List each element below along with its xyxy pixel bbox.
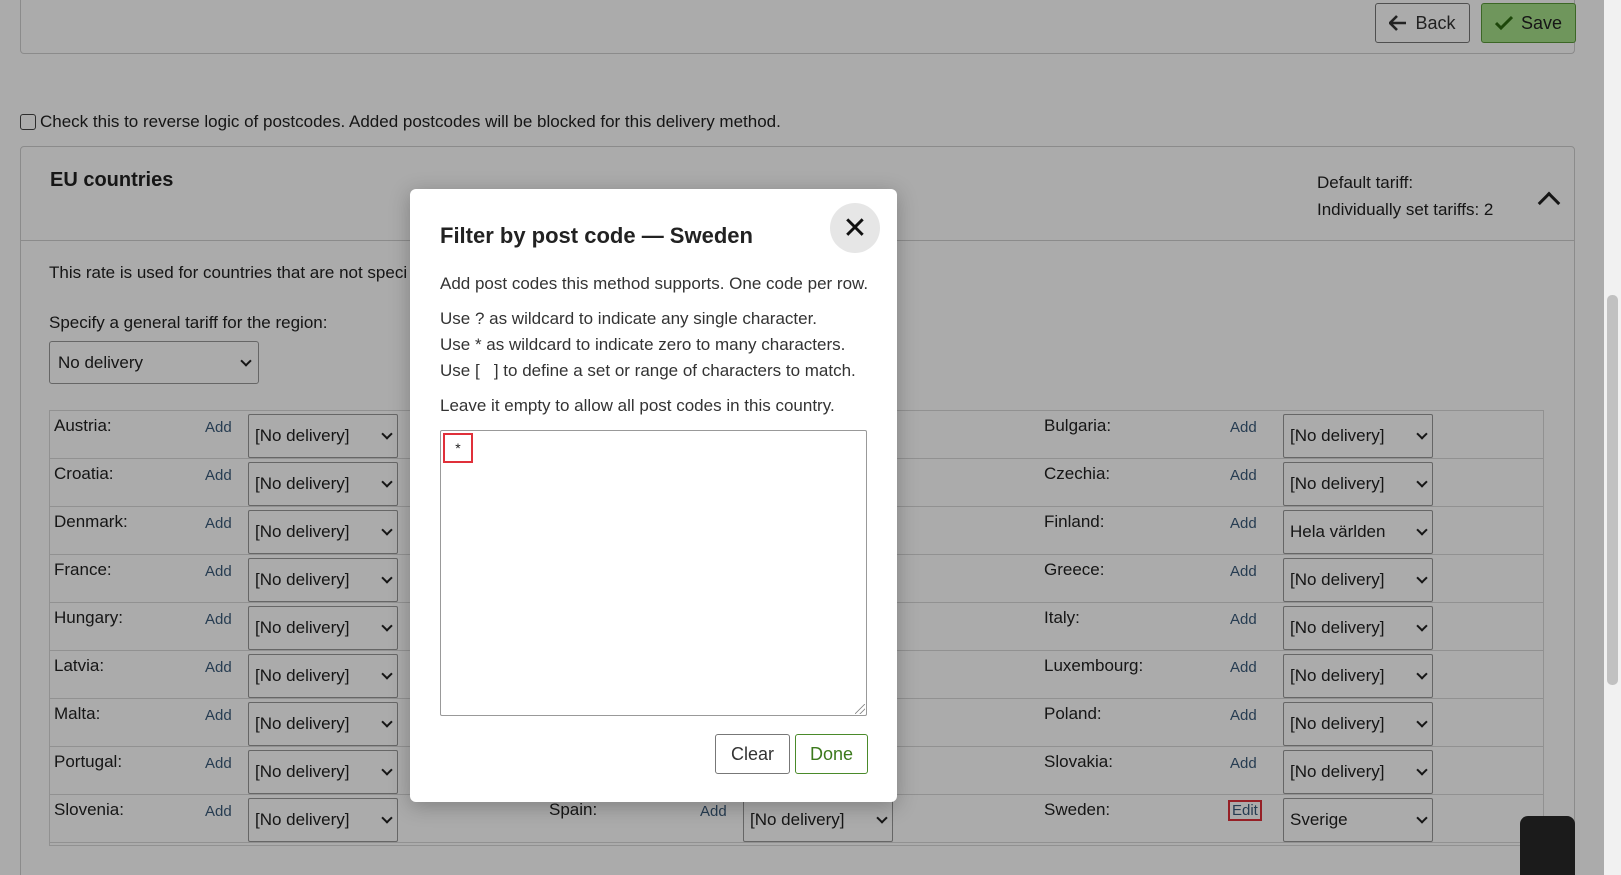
wildcard-set-hint: Use [ ] to define a set or range of char… xyxy=(440,361,856,380)
postcodes-textarea[interactable]: * xyxy=(440,430,867,716)
clear-button[interactable]: Clear xyxy=(715,734,790,774)
postcode-entry: * xyxy=(443,433,473,463)
wildcard-many-hint: Use * as wildcard to indicate zero to ma… xyxy=(440,335,846,354)
done-button[interactable]: Done xyxy=(795,734,868,774)
dialog-title: Filter by post code — Sweden xyxy=(440,223,753,248)
wildcard-single-hint: Use ? as wildcard to indicate any single… xyxy=(440,309,818,328)
empty-hint: Leave it empty to allow all post codes i… xyxy=(440,396,835,415)
dialog-intro: Add post codes this method supports. One… xyxy=(440,274,869,293)
resize-handle-icon[interactable] xyxy=(855,704,865,714)
chat-widget-button[interactable] xyxy=(1520,816,1575,875)
scrollbar-thumb[interactable] xyxy=(1607,295,1618,685)
close-icon: ✕ xyxy=(842,211,868,245)
postcode-filter-dialog: Filter by post code — Sweden ✕ Add post … xyxy=(410,189,897,802)
close-button[interactable]: ✕ xyxy=(830,203,880,253)
page-scrollbar[interactable] xyxy=(1604,0,1621,875)
